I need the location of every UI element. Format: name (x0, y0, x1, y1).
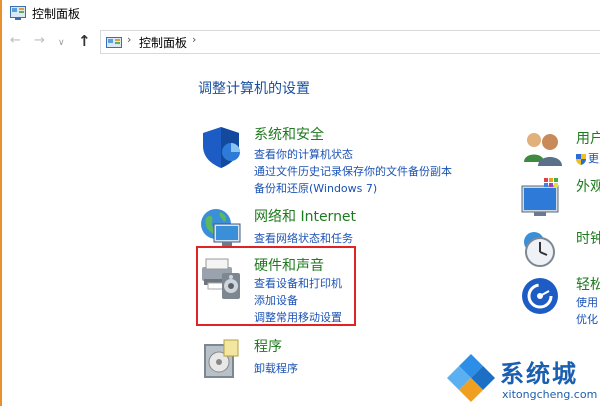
link-network-status[interactable]: 查看网络状态和任务 (254, 230, 353, 246)
category-title-ease-of-access[interactable]: 轻松 (576, 274, 600, 294)
link-ease-use[interactable]: 使用 (576, 294, 598, 310)
category-ease-of-access: 轻松 使用 优化 (520, 274, 600, 328)
address-bar[interactable]: › 控制面板 › (100, 30, 600, 54)
up-arrow-icon[interactable]: ↑ (78, 32, 91, 50)
category-appearance: 外观 (520, 176, 600, 220)
programs-disc-icon[interactable] (198, 336, 244, 382)
control-panel-small-icon (106, 35, 122, 54)
breadcrumb-separator[interactable]: › (127, 33, 131, 46)
watermark-text: 系统城 (500, 360, 578, 388)
category-title-clock[interactable]: 时钟 (576, 228, 600, 248)
watermark-url: xitongcheng.com (502, 388, 598, 401)
category-system-security: 系统和安全 查看你的计算机状态 通过文件历史记录保存你的文件备份副本 备份和还原… (198, 124, 458, 196)
uac-shield-icon (576, 150, 586, 169)
breadcrumb-chevron-icon[interactable]: › (192, 33, 196, 46)
ease-of-access-icon[interactable] (520, 274, 566, 320)
title-bar: 控制面板 (2, 0, 600, 26)
category-title-network-internet[interactable]: 网络和 Internet (254, 206, 356, 226)
control-panel-icon (10, 5, 26, 24)
recent-locations-chevron-icon[interactable]: ∨ (58, 34, 65, 52)
link-ease-optimize[interactable]: 优化 (576, 311, 598, 327)
users-icon[interactable] (520, 128, 566, 174)
link-user-change[interactable]: 更 (588, 150, 599, 166)
clock-icon[interactable] (520, 228, 566, 274)
category-title-programs[interactable]: 程序 (254, 336, 282, 356)
breadcrumb-control-panel[interactable]: 控制面板 (139, 34, 187, 51)
link-view-computer-status[interactable]: 查看你的计算机状态 (254, 146, 353, 162)
category-programs: 程序 卸载程序 (198, 336, 358, 382)
appearance-monitor-icon[interactable] (520, 176, 566, 222)
shield-icon[interactable] (198, 124, 244, 170)
watermark: 系统城 xitongcheng.com (440, 350, 600, 406)
category-title-appearance[interactable]: 外观 (576, 176, 600, 196)
page-heading: 调整计算机的设置 (198, 81, 310, 97)
window-title: 控制面板 (32, 7, 81, 21)
highlight-box (196, 246, 356, 326)
category-clock: 时钟 (520, 228, 600, 272)
link-file-history-backup[interactable]: 通过文件历史记录保存你的文件备份副本 (254, 163, 452, 179)
link-backup-restore[interactable]: 备份和还原(Windows 7) (254, 180, 377, 196)
forward-arrow-icon[interactable]: → (34, 32, 45, 50)
back-arrow-icon[interactable]: ← (10, 32, 21, 50)
category-title-user-accounts[interactable]: 用户 (576, 128, 600, 148)
window-left-edge (0, 0, 2, 406)
watermark-logo-icon (446, 352, 496, 406)
link-uninstall-program[interactable]: 卸载程序 (254, 360, 298, 376)
navigation-bar: ← → ∨ ↑ › 控制面板 › (2, 28, 600, 56)
category-title-system-security[interactable]: 系统和安全 (254, 124, 324, 144)
category-network-internet: 网络和 Internet 查看网络状态和任务 (198, 206, 378, 248)
category-user-accounts: 用户 更 (520, 128, 600, 168)
